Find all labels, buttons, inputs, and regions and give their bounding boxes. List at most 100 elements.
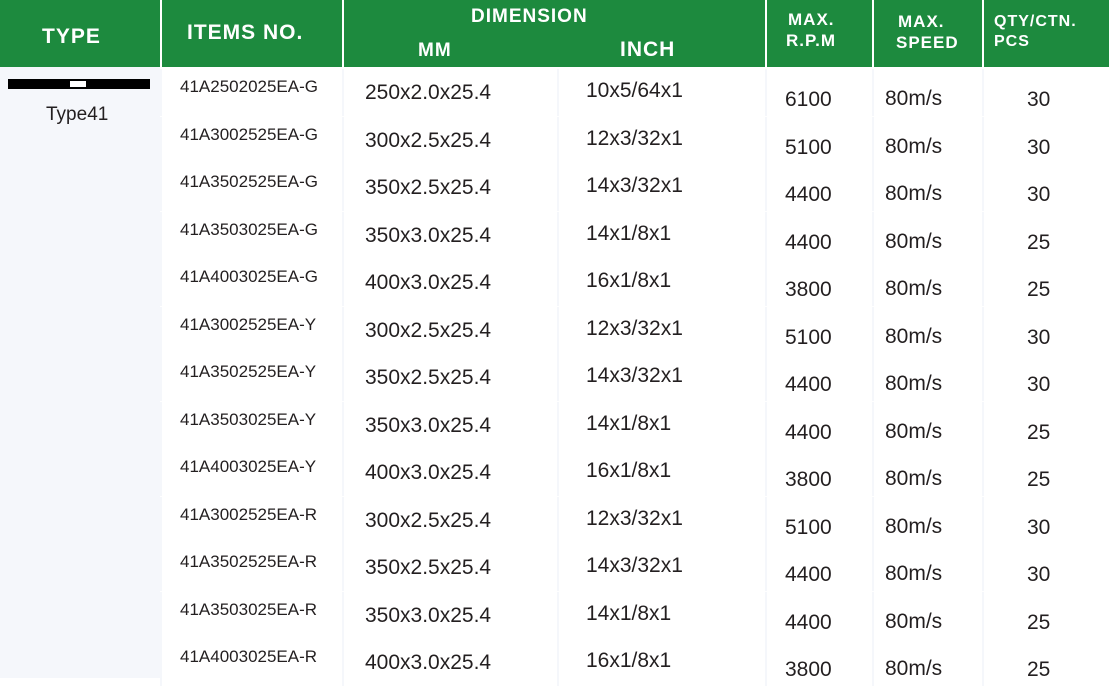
- qty-per-carton: 25: [1027, 658, 1051, 681]
- item-number: 41A4003025EA-G: [180, 267, 318, 286]
- dimension-mm: 400x3.0x25.4: [365, 651, 492, 674]
- item-number-cell: 41A3002525EA-Y: [162, 306, 342, 354]
- dimension-inch-cell: 12x3/32x1: [559, 116, 765, 164]
- product-spec-table: TYPE ITEMS NO. DIMENSION MM INCH MAX. R.…: [0, 0, 1109, 686]
- dimension-inch-cell: 14x1/8x1: [559, 401, 765, 449]
- table-row: 41A4003025EA-Y 400x3.0x25.4 16x1/8x1 3800 80…: [160, 449, 1109, 496]
- header-qty-line1: QTY/CTN.: [994, 13, 1077, 30]
- item-number: 41A2502025EA-G: [180, 77, 318, 96]
- max-speed-cell: 80m/s: [874, 354, 982, 401]
- dimension-inch: 16x1/8x1: [586, 269, 672, 292]
- header-divider: [765, 0, 767, 67]
- qty-per-carton: 30: [1027, 88, 1051, 111]
- dimension-inch-cell: 14x3/32x1: [559, 164, 765, 211]
- max-rpm: 5100: [785, 325, 832, 349]
- item-number: 41A3502525EA-R: [180, 552, 318, 571]
- dimension-inch: 14x1/8x1: [586, 601, 672, 625]
- dimension-inch: 14x3/32x1: [586, 364, 683, 387]
- max-rpm: 3800: [785, 278, 832, 301]
- header-divider: [872, 0, 874, 67]
- max-rpm-cell: 4400: [767, 164, 872, 211]
- qty-per-carton-cell: 30: [984, 164, 1109, 211]
- max-rpm-cell: 4400: [767, 401, 872, 449]
- dimension-inch: 14x3/32x1: [586, 174, 683, 197]
- dimension-mm: 350x3.0x25.4: [365, 413, 492, 437]
- max-rpm: 5100: [785, 515, 832, 539]
- item-number-cell: 41A3502525EA-Y: [162, 354, 342, 401]
- dimension-mm-cell: 350x3.0x25.4: [344, 211, 557, 259]
- qty-per-carton-cell: 25: [984, 259, 1109, 306]
- qty-per-carton: 25: [1027, 420, 1051, 444]
- dimension-inch: 12x3/32x1: [586, 506, 683, 530]
- header-mm: MM: [418, 40, 452, 61]
- max-speed: 80m/s: [885, 514, 943, 538]
- dimension-inch-cell: 14x3/32x1: [559, 354, 765, 401]
- max-speed: 80m/s: [885, 87, 943, 110]
- max-speed-cell: 80m/s: [874, 591, 982, 639]
- item-number-cell: 41A4003025EA-G: [162, 259, 342, 306]
- max-speed: 80m/s: [885, 419, 943, 443]
- dimension-inch-cell: 14x3/32x1: [559, 544, 765, 591]
- item-number: 41A3002525EA-R: [180, 504, 318, 524]
- header-divider: [982, 0, 984, 67]
- table-row: 41A3002525EA-R 300x2.5x25.4 12x3/32x1 5100 8…: [160, 496, 1109, 544]
- max-rpm-cell: 6100: [767, 69, 872, 116]
- item-number-cell: 41A3002525EA-G: [162, 116, 342, 164]
- max-rpm-cell: 5100: [767, 116, 872, 164]
- dimension-inch: 14x1/8x1: [586, 221, 672, 245]
- item-number-cell: 41A3503025EA-Y: [162, 401, 342, 449]
- dimension-mm: 250x2.0x25.4: [365, 81, 492, 104]
- dimension-inch: 16x1/8x1: [586, 459, 672, 482]
- table-row: 41A3002525EA-Y 300x2.5x25.4 12x3/32x1 5100 8…: [160, 306, 1109, 354]
- header-items-no: ITEMS NO.: [187, 21, 304, 44]
- dimension-inch: 16x1/8x1: [586, 649, 672, 672]
- max-speed: 80m/s: [885, 562, 943, 585]
- header-max-speed-line2: SPEED: [896, 33, 959, 52]
- qty-per-carton: 30: [1027, 515, 1051, 539]
- max-speed: 80m/s: [885, 324, 943, 348]
- qty-per-carton: 25: [1027, 468, 1051, 491]
- max-speed: 80m/s: [885, 657, 943, 680]
- item-number: 41A3502525EA-Y: [180, 362, 317, 381]
- max-speed: 80m/s: [885, 182, 943, 205]
- max-speed-cell: 80m/s: [874, 211, 982, 259]
- item-number-cell: 41A4003025EA-R: [162, 639, 342, 686]
- max-rpm-cell: 4400: [767, 591, 872, 639]
- max-speed: 80m/s: [885, 277, 943, 300]
- dimension-mm-cell: 300x2.5x25.4: [344, 306, 557, 354]
- header-max-rpm-line2: R.P.M: [786, 31, 837, 50]
- dimension-inch-cell: 14x1/8x1: [559, 211, 765, 259]
- max-speed: 80m/s: [885, 134, 943, 158]
- qty-per-carton-cell: 30: [984, 354, 1109, 401]
- dimension-inch: 14x3/32x1: [586, 554, 683, 577]
- qty-per-carton-cell: 30: [984, 496, 1109, 544]
- dimension-mm: 300x2.5x25.4: [365, 128, 492, 152]
- qty-per-carton: 25: [1027, 278, 1051, 301]
- max-rpm-cell: 5100: [767, 306, 872, 354]
- dimension-inch: 10x5/64x1: [586, 79, 683, 102]
- qty-per-carton-cell: 25: [984, 401, 1109, 449]
- max-rpm: 4400: [785, 373, 832, 396]
- table-row: 41A4003025EA-R 400x3.0x25.4 16x1/8x1 3800 80…: [160, 639, 1109, 686]
- item-number: 41A3503025EA-R: [180, 599, 318, 619]
- dimension-inch-cell: 16x1/8x1: [559, 639, 765, 686]
- table-row: 41A3503025EA-R 350x3.0x25.4 14x1/8x1 4400 80…: [160, 591, 1109, 639]
- table-row: 41A4003025EA-G 400x3.0x25.4 16x1/8x1 3800 80…: [160, 259, 1109, 306]
- item-number-cell: 41A3503025EA-R: [162, 591, 342, 639]
- table-row: 41A3002525EA-G 300x2.5x25.4 12x3/32x1 5100 8…: [160, 116, 1109, 164]
- item-number: 41A4003025EA-Y: [180, 457, 317, 476]
- item-number: 41A3503025EA-G: [180, 219, 318, 239]
- dimension-mm-cell: 350x3.0x25.4: [344, 401, 557, 449]
- table-row: 41A3503025EA-Y 350x3.0x25.4 14x1/8x1 4400 80…: [160, 401, 1109, 449]
- item-number: 41A3502525EA-G: [180, 172, 318, 191]
- dimension-inch-cell: 16x1/8x1: [559, 259, 765, 306]
- dimension-mm-cell: 250x2.0x25.4: [344, 69, 557, 116]
- dimension-inch: 14x1/8x1: [586, 411, 672, 435]
- qty-per-carton-cell: 30: [984, 116, 1109, 164]
- dimension-mm-cell: 350x2.5x25.4: [344, 164, 557, 211]
- header-max-rpm-line1: MAX.: [788, 10, 835, 29]
- dimension-inch-cell: 16x1/8x1: [559, 449, 765, 496]
- table-header: TYPE ITEMS NO. DIMENSION MM INCH MAX. R.…: [0, 0, 1109, 67]
- qty-per-carton-cell: 25: [984, 211, 1109, 259]
- max-rpm-cell: 3800: [767, 259, 872, 306]
